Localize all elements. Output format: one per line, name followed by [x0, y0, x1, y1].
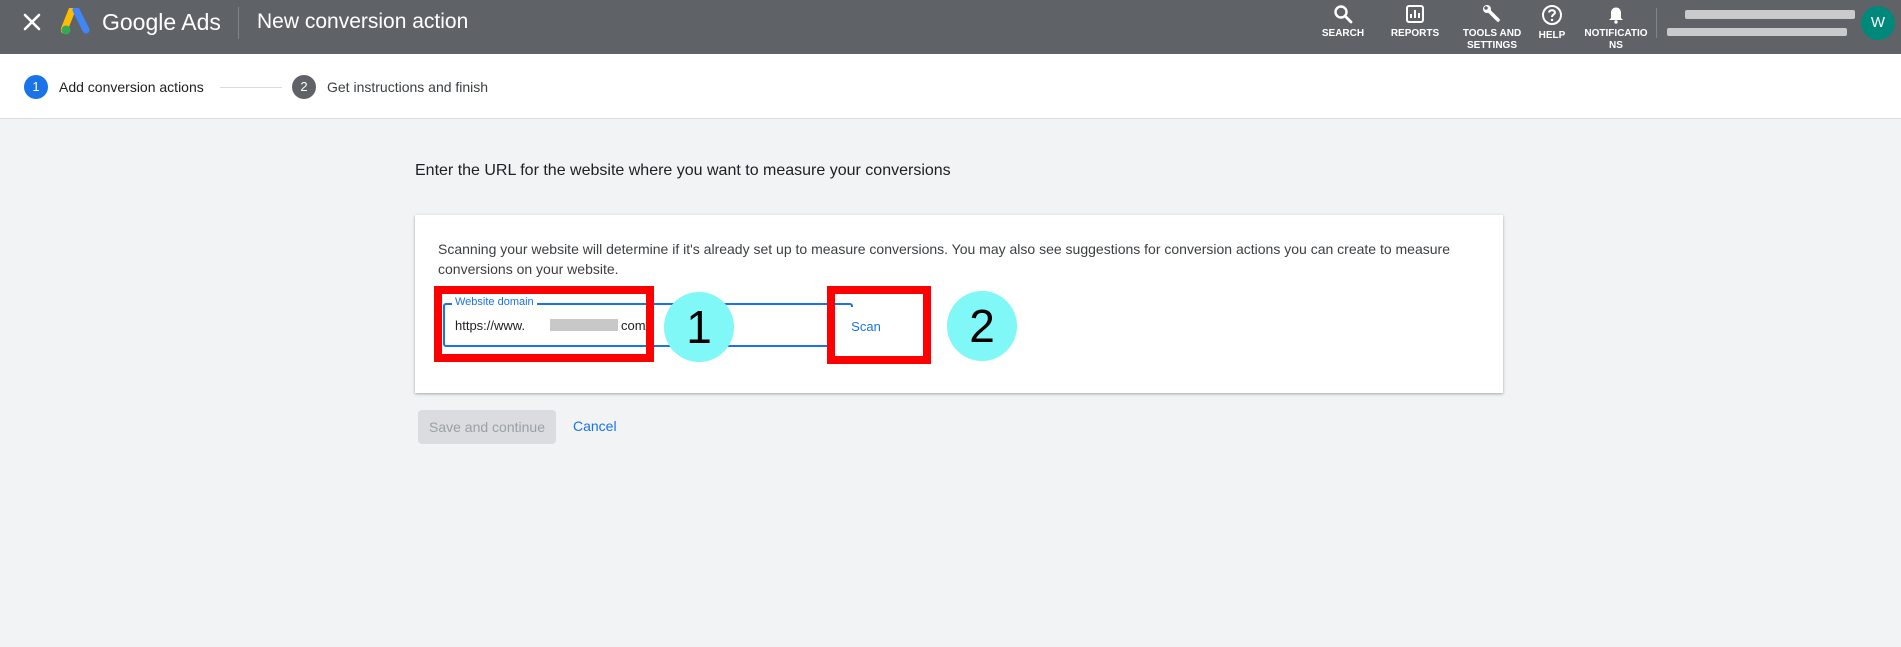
- account-divider: [1656, 8, 1657, 38]
- reports-button[interactable]: REPORTS: [1387, 4, 1443, 40]
- highlight-box-scan-button: [827, 286, 931, 364]
- notifications-label-line1: NOTIFICATIO: [1584, 28, 1648, 39]
- page-title: New conversion action: [257, 10, 469, 33]
- close-icon[interactable]: [20, 10, 44, 34]
- notifications-button[interactable]: NOTIFICATIO NS: [1580, 4, 1652, 52]
- help-icon: [1542, 5, 1562, 25]
- search-label: SEARCH: [1321, 28, 1365, 39]
- save-and-continue-button[interactable]: Save and continue: [418, 410, 556, 444]
- tools-label-line1: TOOLS AND: [1462, 28, 1522, 39]
- reports-label: REPORTS: [1390, 28, 1440, 39]
- step-connector: [220, 87, 282, 88]
- account-name-redacted[interactable]: [1685, 10, 1855, 19]
- help-label: HELP: [1538, 30, 1566, 41]
- step-2-label: Get instructions and finish: [327, 79, 489, 95]
- step-1-label: Add conversion actions: [59, 79, 204, 95]
- account-id-redacted[interactable]: [1667, 28, 1847, 36]
- cancel-button[interactable]: Cancel: [573, 418, 617, 434]
- step-2-number: 2: [292, 75, 316, 99]
- section-heading: Enter the URL for the website where you …: [415, 162, 951, 179]
- google-ads-logo: [60, 6, 93, 36]
- tools-label-line2: SETTINGS: [1466, 40, 1517, 51]
- step-marker-2: 2: [947, 291, 1017, 361]
- step-marker-1: 1: [664, 292, 734, 362]
- help-button[interactable]: HELP: [1533, 4, 1571, 42]
- header-divider: [238, 7, 239, 39]
- tools-and-settings-button[interactable]: TOOLS AND SETTINGS: [1458, 4, 1526, 52]
- product-name: Google Ads: [102, 9, 221, 35]
- search-icon: [1334, 5, 1353, 24]
- scan-description: Scanning your website will determine if …: [438, 241, 1450, 277]
- bell-icon: [1609, 7, 1623, 24]
- highlight-box-domain-field: [434, 286, 654, 362]
- step-1-number: 1: [24, 75, 48, 99]
- stepper: 1 Add conversion actions 2 Get instructi…: [0, 54, 1901, 119]
- avatar[interactable]: W: [1861, 6, 1895, 40]
- top-app-bar: Google Ads New conversion action SEARCH …: [0, 0, 1901, 54]
- reports-icon: [1406, 5, 1424, 23]
- search-button[interactable]: SEARCH: [1318, 4, 1368, 40]
- wrench-icon: [1483, 5, 1500, 22]
- notifications-label-line2: NS: [1609, 40, 1623, 51]
